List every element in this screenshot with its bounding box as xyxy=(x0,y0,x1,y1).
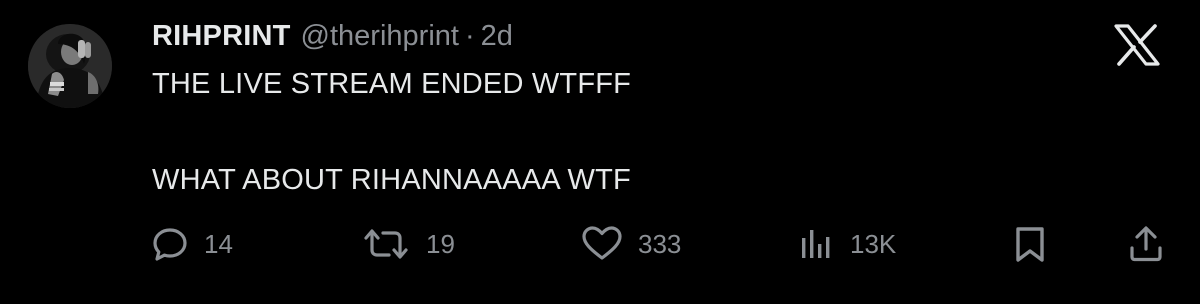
views-button[interactable]: 13K xyxy=(798,222,896,266)
tweet-card[interactable]: RIHPRINT @therihprint · 2d THE LIVE STRE… xyxy=(0,0,1200,304)
tweet-text-line-1: THE LIVE STREAM ENDED WTFFF xyxy=(152,68,632,100)
reply-count: 14 xyxy=(204,228,233,259)
x-logo-icon[interactable] xyxy=(1114,24,1160,66)
like-button[interactable]: 333 xyxy=(580,222,681,266)
reply-button[interactable]: 14 xyxy=(150,222,233,266)
avatar-image xyxy=(28,24,112,108)
like-count: 333 xyxy=(638,228,682,259)
tweet-timestamp[interactable]: 2d xyxy=(481,20,513,53)
views-count: 13K xyxy=(850,228,897,259)
tweet-text-line-2: WHAT ABOUT RIHANNAAAAA WTF xyxy=(152,164,631,196)
bookmark-icon xyxy=(1012,224,1048,264)
avatar[interactable] xyxy=(28,24,112,108)
retweet-button[interactable]: 19 xyxy=(360,222,455,266)
bookmark-button[interactable] xyxy=(1012,222,1048,266)
display-name[interactable]: RIHPRINT xyxy=(152,20,291,53)
header-separator: · xyxy=(464,20,475,52)
heart-icon xyxy=(580,224,624,264)
retweet-count: 19 xyxy=(426,228,455,259)
views-icon xyxy=(798,224,836,264)
share-icon xyxy=(1126,224,1166,264)
tweet-actions-bar: 14 19 333 13K xyxy=(0,222,1200,266)
share-button[interactable] xyxy=(1126,222,1166,266)
retweet-icon xyxy=(360,224,412,264)
user-handle[interactable]: @therihprint xyxy=(301,20,459,53)
reply-icon xyxy=(150,224,190,264)
tweet-header: RIHPRINT @therihprint · 2d xyxy=(152,20,513,60)
